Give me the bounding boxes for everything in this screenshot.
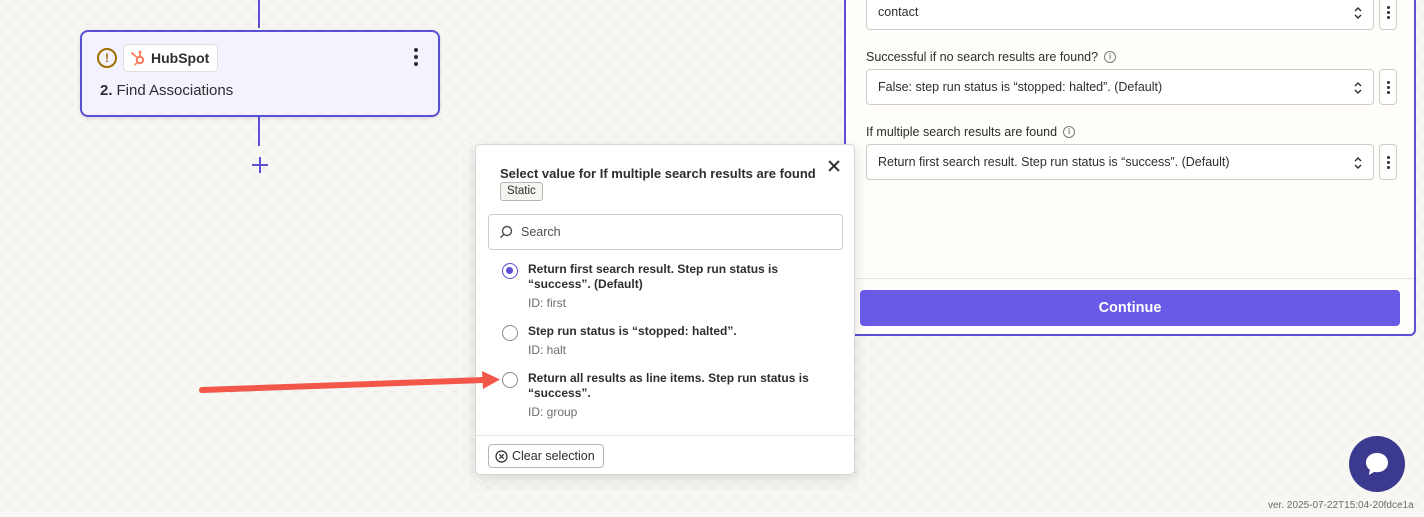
add-step-plus-icon[interactable] [250, 155, 270, 175]
close-icon[interactable] [826, 158, 842, 174]
option-halt[interactable]: Step run status is “stopped: halted”. ID… [502, 324, 822, 357]
annotation-arrow-icon [199, 371, 500, 393]
multiple-results-label: If multiple search results are found i [866, 125, 1076, 139]
info-icon[interactable]: i [1104, 51, 1117, 63]
connector-line-bottom [258, 116, 260, 146]
step-number: 2. [100, 82, 113, 99]
step-title: 2. Find Associations [100, 82, 233, 99]
no-results-label-text: Successful if no search results are foun… [866, 50, 1099, 64]
hubspot-icon [131, 50, 145, 66]
clear-selection-button[interactable]: Clear selection [488, 444, 604, 468]
clear-selection-label: Clear selection [512, 449, 595, 463]
option-label: Return all results as line items. Step r… [528, 371, 809, 400]
warning-icon: ! [97, 48, 117, 68]
popup-title: Select value for If multiple search resu… [500, 166, 816, 181]
panel-divider [846, 278, 1414, 279]
search-input[interactable] [521, 225, 831, 239]
clear-circle-x-icon [495, 449, 508, 463]
multiple-results-row: Return first search result. Step run sta… [866, 144, 1397, 180]
chevron-updown-icon [1354, 82, 1362, 94]
radio-unselected[interactable] [502, 325, 518, 341]
no-results-value: False: step run status is “stopped: halt… [878, 80, 1163, 94]
option-id: ID: first [528, 296, 566, 310]
object-type-select[interactable]: contact [866, 0, 1374, 30]
option-label: Return first search result. Step run sta… [528, 262, 779, 291]
continue-button[interactable]: Continue [860, 290, 1400, 326]
object-type-more-icon[interactable] [1379, 0, 1397, 30]
no-results-more-icon[interactable] [1379, 69, 1397, 105]
select-value-popup: Select value for If multiple search resu… [475, 144, 855, 475]
no-results-row: False: step run status is “stopped: halt… [866, 69, 1397, 105]
version-label: ver. 2025-07-22T15:04-20fdce1a [1268, 500, 1414, 511]
info-icon[interactable]: i [1063, 126, 1076, 138]
step-more-icon[interactable] [412, 48, 420, 70]
app-chip: HubSpot [123, 44, 219, 72]
multiple-results-label-text: If multiple search results are found [866, 125, 1058, 139]
option-label: Step run status is “stopped: halted”. [528, 324, 737, 338]
step-card[interactable]: ! HubSpot 2. Find Associations [80, 30, 440, 117]
multiple-results-more-icon[interactable] [1379, 144, 1397, 180]
no-results-label: Successful if no search results are foun… [866, 50, 1117, 64]
radio-selected[interactable] [502, 263, 518, 279]
configure-panel: contact Successful if no search results … [844, 0, 1416, 336]
option-id: ID: halt [528, 343, 567, 357]
step-action: Find Associations [116, 82, 234, 99]
object-type-value: contact [878, 5, 919, 19]
chat-launcher-button[interactable] [1349, 436, 1405, 492]
popup-footer-divider [476, 435, 854, 436]
object-type-row: contact [866, 0, 1397, 30]
search-field[interactable] [488, 214, 843, 250]
app-name: HubSpot [151, 50, 210, 66]
multiple-results-value: Return first search result. Step run sta… [878, 155, 1230, 169]
option-group[interactable]: Return all results as line items. Step r… [502, 371, 822, 419]
chevron-updown-icon [1354, 157, 1362, 169]
option-first[interactable]: Return first search result. Step run sta… [502, 262, 822, 310]
multiple-results-select[interactable]: Return first search result. Step run sta… [866, 144, 1374, 180]
search-icon [499, 225, 513, 239]
no-results-select[interactable]: False: step run status is “stopped: halt… [866, 69, 1374, 105]
connector-line-top [258, 0, 260, 28]
chat-icon [1366, 453, 1388, 475]
option-id: ID: group [528, 405, 578, 419]
static-badge: Static [500, 182, 543, 201]
chevron-updown-icon [1354, 7, 1362, 19]
